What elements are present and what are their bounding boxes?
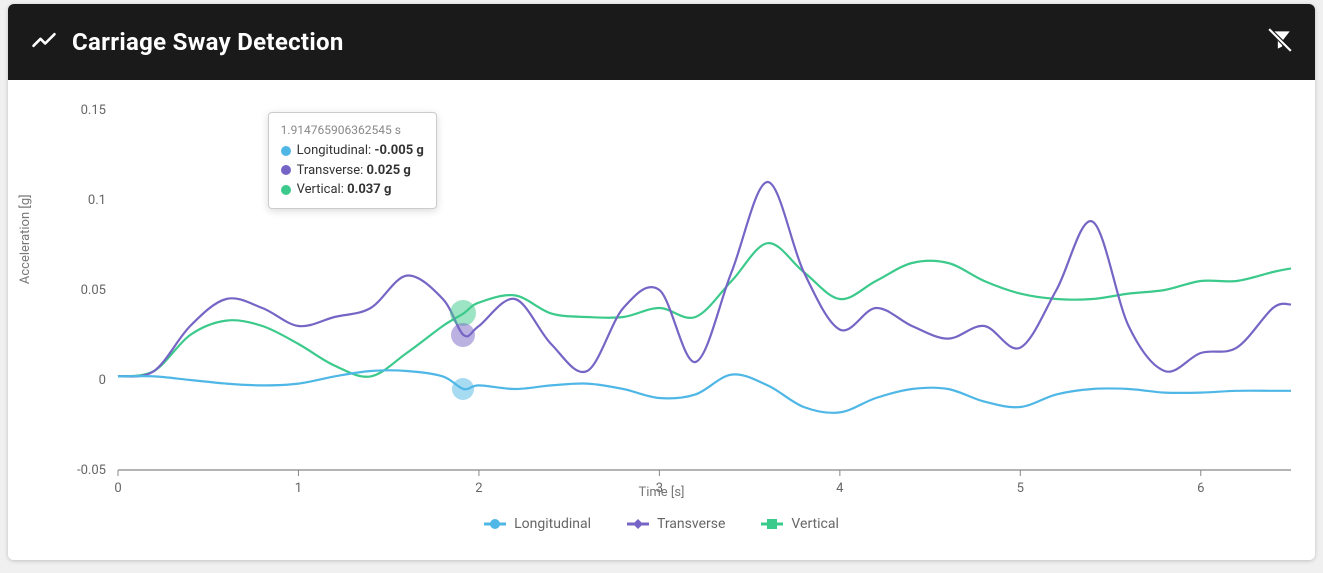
tooltip-time: 1.914765906362545 s — [281, 121, 424, 139]
chart-area[interactable]: Acceleration [g] 0123456 -0.0500.050.10.… — [8, 80, 1315, 560]
tooltip-dot-vertical — [281, 185, 291, 195]
svg-text:0.1: 0.1 — [88, 193, 106, 208]
tooltip-label-longitudinal: Longitudinal — [297, 143, 368, 158]
legend-label-vertical: Vertical — [791, 516, 838, 532]
legend-item-transverse[interactable]: Transverse — [627, 516, 725, 532]
legend-item-longitudinal[interactable]: Longitudinal — [484, 516, 591, 532]
chart-card: Carriage Sway Detection Acceleration [g]… — [8, 4, 1315, 560]
svg-text:0: 0 — [99, 373, 106, 388]
y-axis-label: Acceleration [g] — [18, 194, 33, 284]
series-longitudinal — [118, 370, 1291, 413]
legend-label-transverse: Transverse — [657, 516, 725, 532]
plot-region[interactable]: 0123456 -0.0500.050.10.15 1.914765906362… — [118, 100, 1291, 470]
chart-legend: Longitudinal Transverse Vertical — [8, 516, 1315, 532]
chart-tooltip: 1.914765906362545 s Longitudinal: -0.005… — [268, 112, 437, 209]
svg-text:0.15: 0.15 — [81, 103, 106, 118]
svg-text:-0.05: -0.05 — [77, 463, 106, 478]
tooltip-value-vertical: 0.037 g — [347, 182, 391, 197]
legend-label-longitudinal: Longitudinal — [514, 516, 591, 532]
tooltip-dot-transverse — [281, 165, 291, 175]
filter-off-icon[interactable] — [1267, 27, 1293, 57]
tooltip-value-transverse: 0.025 g — [367, 163, 411, 178]
tooltip-label-transverse: Transverse — [297, 163, 361, 178]
tooltip-value-longitudinal: -0.005 g — [374, 143, 423, 158]
x-axis-label: Time [s] — [8, 485, 1315, 500]
card-header: Carriage Sway Detection — [8, 4, 1315, 80]
tooltip-label-vertical: Vertical — [297, 182, 341, 197]
card-title: Carriage Sway Detection — [72, 28, 344, 56]
series-transverse — [118, 182, 1291, 377]
tooltip-dot-longitudinal — [281, 146, 291, 156]
legend-item-vertical[interactable]: Vertical — [761, 516, 838, 532]
line-chart-icon — [30, 26, 58, 58]
svg-text:0.05: 0.05 — [81, 283, 106, 298]
series-vertical — [118, 243, 1291, 377]
